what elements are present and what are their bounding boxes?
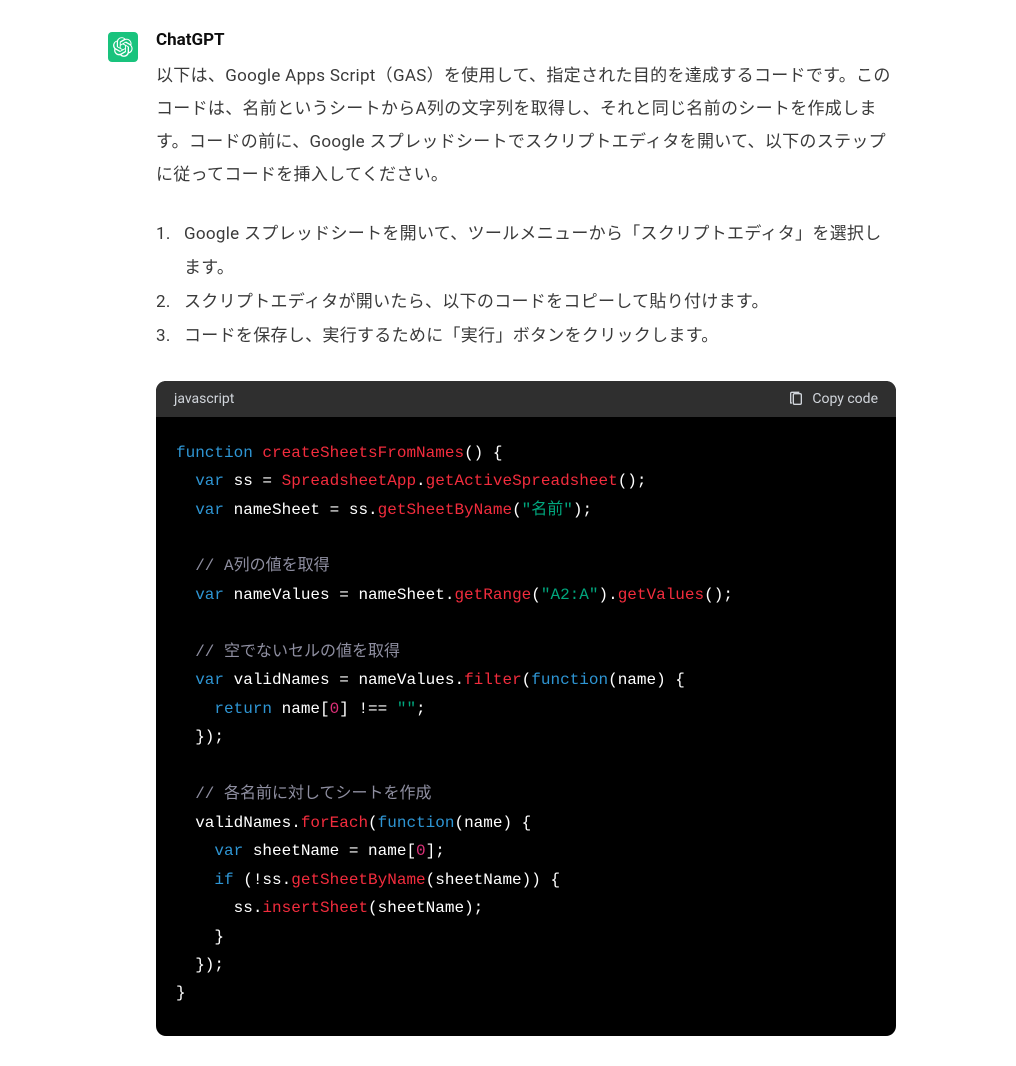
code-block: javascript Copy code function createShee… (156, 381, 896, 1036)
copy-code-button[interactable]: Copy code (788, 391, 878, 407)
clipboard-icon (788, 391, 804, 407)
step-item: Google スプレッドシートを開いて、ツールメニューから「スクリプトエディタ」… (156, 217, 896, 285)
code-body[interactable]: function createSheetsFromNames() { var s… (156, 417, 896, 1036)
openai-logo-icon (113, 37, 133, 57)
intro-paragraph: 以下は、Google Apps Script（GAS）を使用して、指定された目的… (156, 60, 896, 193)
code-header: javascript Copy code (156, 381, 896, 417)
chatgpt-avatar (108, 32, 138, 62)
step-item: スクリプトエディタが開いたら、以下のコードをコピーして貼り付けます。 (156, 285, 896, 319)
copy-code-label: Copy code (812, 391, 878, 407)
steps-list: Google スプレッドシートを開いて、ツールメニューから「スクリプトエディタ」… (156, 217, 896, 353)
author-name: ChatGPT (156, 30, 896, 50)
step-item: コードを保存し、実行するために「実行」ボタンをクリックします。 (156, 319, 896, 353)
message-content: ChatGPT 以下は、Google Apps Script（GAS）を使用して… (156, 30, 896, 1036)
code-language-label: javascript (174, 391, 234, 407)
